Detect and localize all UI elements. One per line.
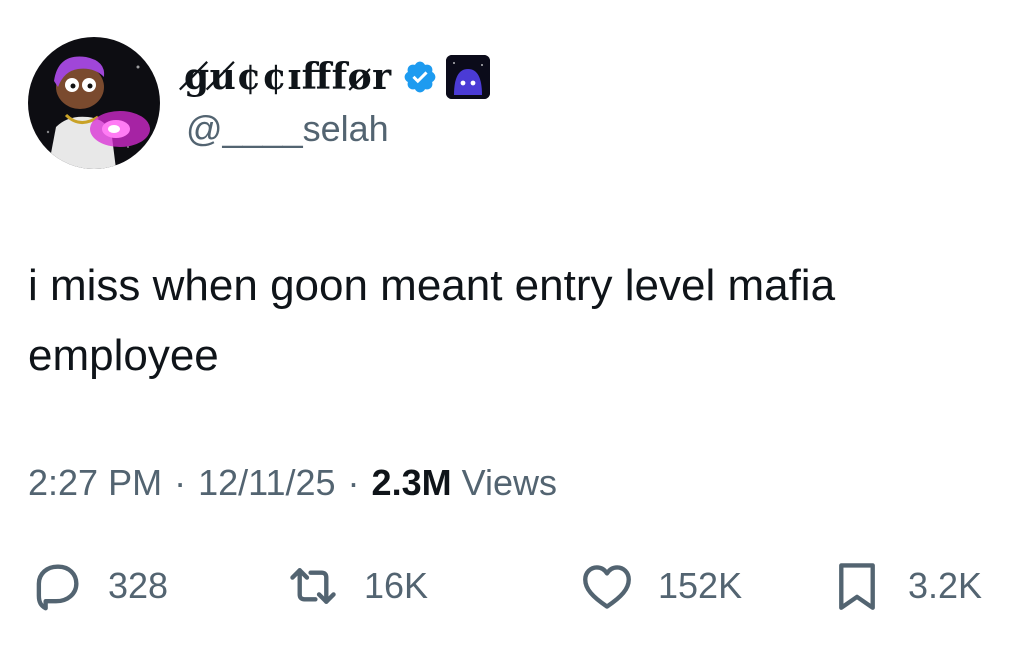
retweet-button[interactable]: 16K [284,556,428,616]
like-count: 152K [658,565,743,606]
retweet-icon [284,557,342,615]
heart-icon [578,557,636,615]
tweet-date[interactable]: 12/11/25 [198,462,335,504]
reply-icon [28,557,86,615]
bookmark-button[interactable]: 3.2K [828,556,982,616]
affiliate-badge-icon[interactable] [445,55,490,99]
avatar[interactable] [28,37,160,169]
retweet-count: 16K [364,565,429,606]
handle[interactable]: @____selah [186,108,389,150]
views-count[interactable]: 2.3M [372,462,452,504]
display-name[interactable]: g̸u̸¢¢ɪﬀfør [184,56,392,98]
tweet-meta: 2:27 PM · 12/11/25 · 2.3M Views [28,462,557,504]
tweet-text: i miss when goon meant entry level mafia… [28,261,836,380]
reply-count: 328 [108,565,169,606]
verified-badge-icon[interactable] [402,59,438,95]
display-name-row: g̸u̸¢¢ɪﬀfør [184,52,490,102]
bookmark-icon [828,557,886,615]
reply-button[interactable]: 328 [28,556,168,616]
views-label[interactable]: Views [462,462,557,504]
tweet-card[interactable]: g̸u̸¢¢ɪﬀfør @____selah i miss when goon … [0,0,1030,662]
action-bar: 328 16K 152K 3.2K [28,556,1008,616]
like-button[interactable]: 152K [578,556,742,616]
tweet-time[interactable]: 2:27 PM [28,462,162,504]
separator: · [347,462,360,503]
bookmark-count: 3.2K [908,565,983,606]
avatar-image [28,37,160,169]
separator: · [174,462,187,503]
